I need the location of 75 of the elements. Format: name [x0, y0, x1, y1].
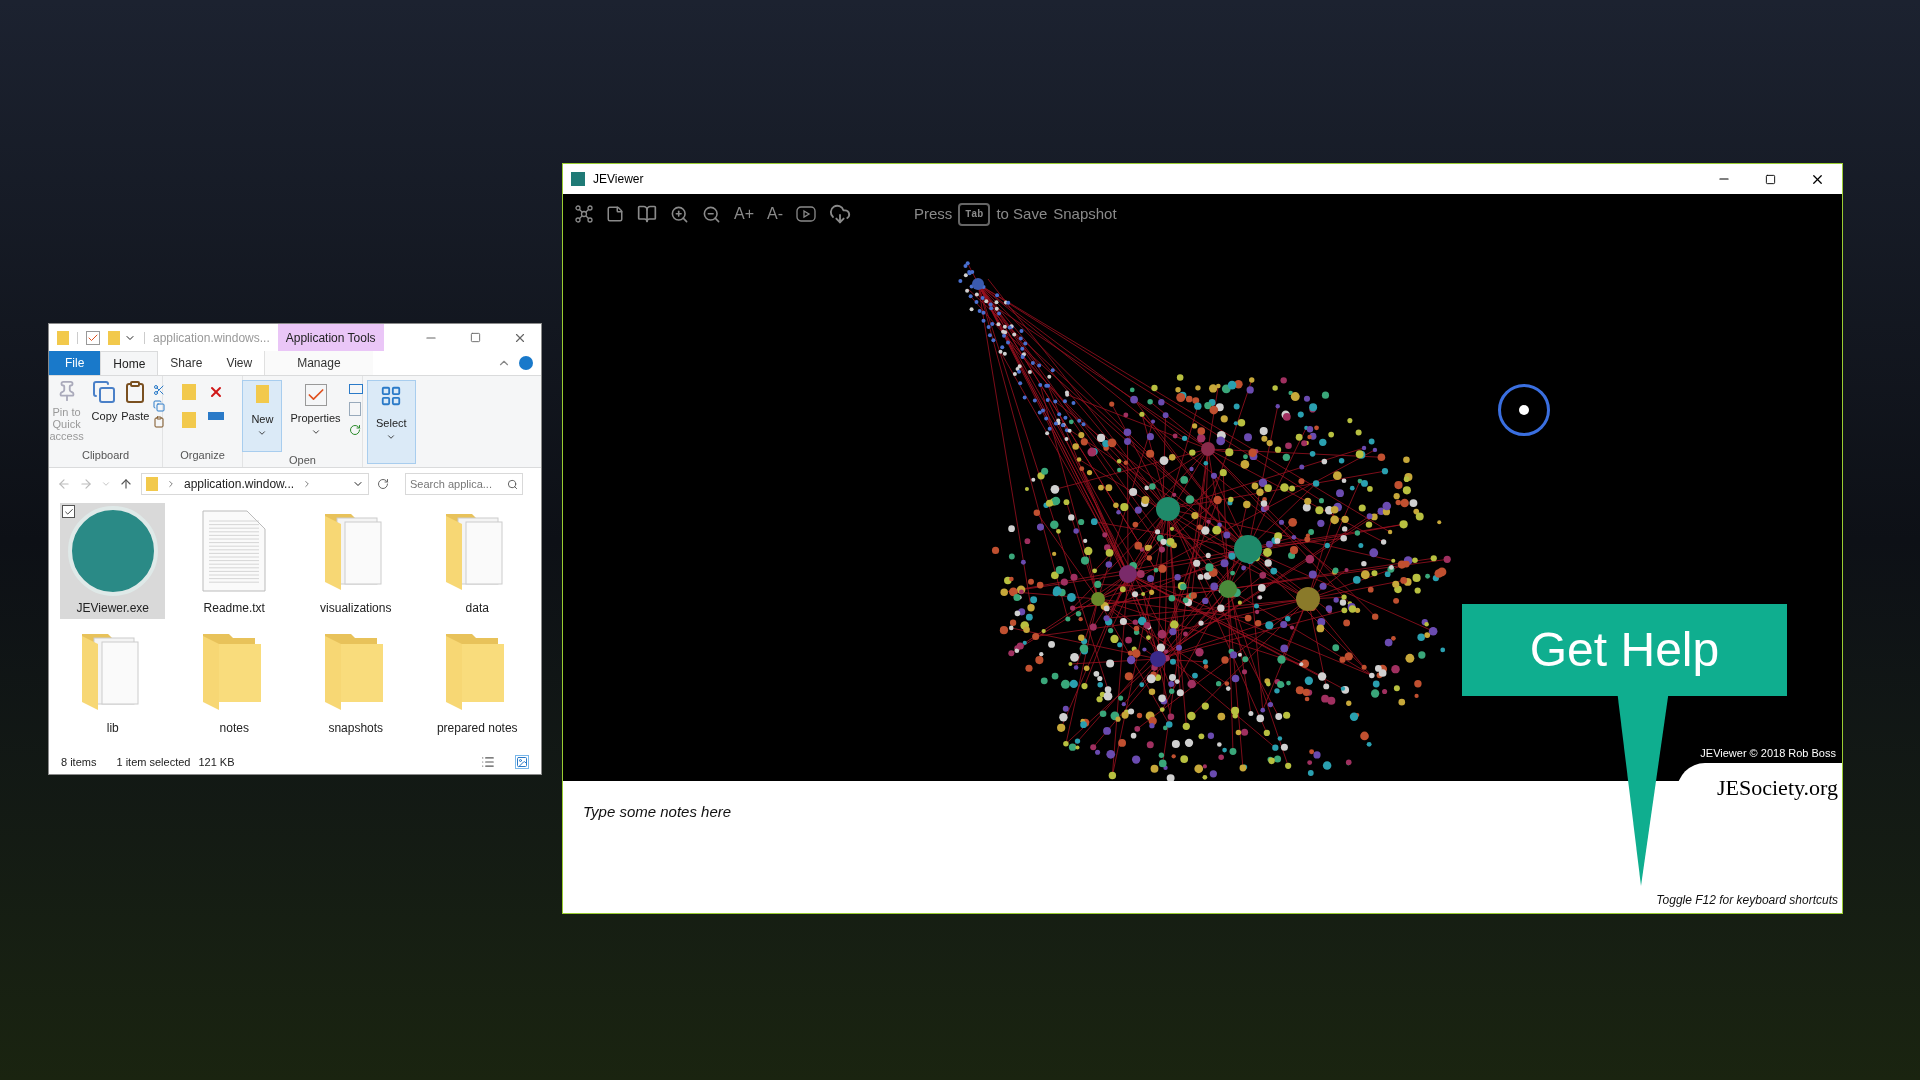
up-icon[interactable]	[119, 477, 133, 491]
copy-path-icon[interactable]	[153, 400, 166, 412]
properties-icon[interactable]	[86, 330, 100, 345]
hint-text: Press	[914, 203, 953, 224]
cut-icon[interactable]	[153, 384, 166, 396]
file-name: visualizations	[320, 600, 392, 617]
file-name: lib	[106, 720, 119, 737]
network-icon[interactable]	[575, 205, 593, 223]
file-item[interactable]: Readme.txt	[181, 503, 287, 619]
checkbox[interactable]	[62, 505, 76, 518]
paste-button[interactable]: Paste	[121, 380, 150, 447]
zoom-out-icon[interactable]	[702, 204, 721, 224]
address-bar[interactable]: application.window...	[141, 473, 369, 495]
file-name: Readme.txt	[203, 600, 265, 617]
font-larger-button[interactable]: A+	[734, 202, 754, 226]
file-item[interactable]: lib	[60, 623, 166, 739]
cursor-ring-icon	[1498, 384, 1550, 436]
file-name: notes	[219, 720, 249, 737]
paste-shortcut-icon[interactable]	[153, 416, 166, 428]
properties-button[interactable]: Properties	[290, 380, 341, 452]
copyright-text: JEViewer © 2018 Rob Boss	[1700, 745, 1836, 761]
hint-text: to Save	[996, 203, 1048, 224]
copy-button[interactable]: Copy	[91, 380, 118, 447]
file-item[interactable]: prepared notes	[424, 623, 530, 739]
selection-size: 121 KB	[198, 754, 235, 770]
window-title: application.windows...	[153, 329, 270, 347]
breadcrumb-chevron-icon	[166, 479, 176, 489]
select-all-icon	[380, 385, 403, 407]
folder-icon	[146, 477, 158, 491]
sticky-note-icon[interactable]	[606, 205, 624, 223]
properties-icon	[304, 384, 327, 406]
group-label: Organize	[180, 447, 225, 463]
search-field[interactable]: Search applica...	[405, 473, 523, 495]
details-view-icon[interactable]	[481, 755, 495, 769]
shortcut-hint: Toggle F12 for keyboard shortcuts	[1656, 892, 1838, 909]
file-name: prepared notes	[436, 720, 518, 737]
file-item[interactable]: notes	[181, 623, 287, 739]
group-label: Open	[289, 453, 316, 468]
file-item[interactable]: JEViewer.exe	[60, 503, 166, 619]
selection-info: 1 item selected	[116, 754, 191, 770]
folder-icon	[57, 330, 69, 345]
context-tab-header: Application Tools	[277, 324, 384, 351]
file-item[interactable]: snapshots	[303, 623, 409, 739]
file-name: data	[465, 600, 489, 617]
search-icon	[507, 479, 518, 490]
file-name: snapshots	[328, 720, 384, 737]
group-label: Clipboard	[81, 447, 130, 463]
hint-text: Snapshot	[1053, 203, 1117, 224]
refresh-icon[interactable]	[377, 478, 389, 490]
cloud-download-icon[interactable]	[829, 203, 851, 225]
ribbon-tab[interactable]: File	[49, 351, 101, 375]
book-icon[interactable]	[637, 204, 657, 224]
address-text: application.window...	[184, 476, 295, 493]
new-button[interactable]: New	[242, 380, 283, 452]
play-video-icon[interactable]	[796, 206, 816, 222]
ribbon-tab[interactable]: Home	[100, 351, 159, 375]
font-smaller-button[interactable]: A-	[767, 202, 783, 226]
select-button[interactable]: Select	[367, 380, 416, 464]
ribbon-tab[interactable]: View	[214, 351, 265, 375]
tab-key: Tab	[958, 202, 991, 226]
large-icons-view-icon[interactable]	[515, 755, 529, 769]
file-name: JEViewer.exe	[76, 600, 149, 617]
window-title: JEViewer	[593, 171, 644, 188]
file-item[interactable]: visualizations	[303, 503, 409, 619]
new-item-icon	[255, 385, 269, 403]
app-icon	[571, 172, 585, 186]
ribbon-tab[interactable]: Share	[158, 351, 215, 375]
file-item[interactable]: data	[424, 503, 530, 619]
zoom-in-icon[interactable]	[670, 204, 689, 224]
text-document-icon	[201, 509, 268, 593]
item-count: 8 items	[61, 754, 97, 770]
maximize-icon[interactable]	[1765, 173, 1776, 185]
check-icon	[63, 506, 74, 517]
ribbon-tab[interactable]: Manage	[264, 351, 373, 375]
copy-icon	[92, 380, 117, 404]
